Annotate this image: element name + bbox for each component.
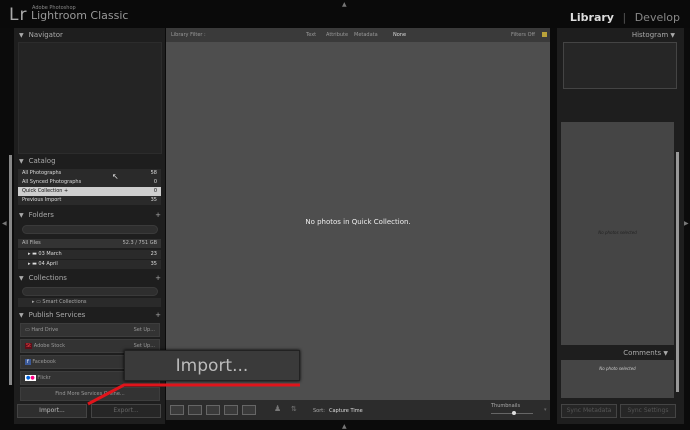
- callout-pointer-line: [87, 383, 300, 406]
- red-pointer-line: [87, 383, 300, 406]
